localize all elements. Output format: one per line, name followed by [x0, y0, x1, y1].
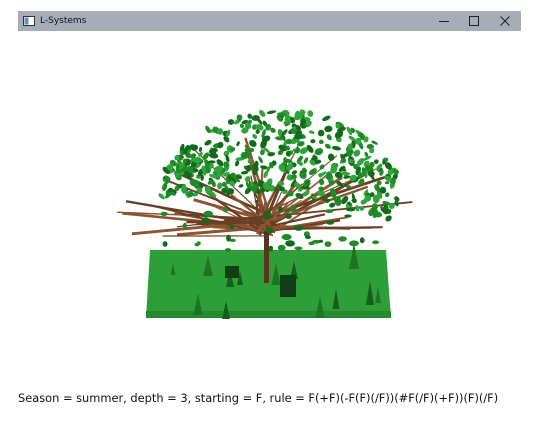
minimize-icon	[439, 21, 449, 22]
tree-leaf	[310, 139, 316, 144]
tree-leaf	[285, 240, 295, 247]
tree-leaf	[192, 157, 203, 164]
tree-leaf	[308, 241, 315, 246]
app-window-icon	[23, 16, 35, 26]
tree-trunk	[264, 231, 269, 283]
tree-leaf	[303, 157, 309, 164]
tree-leaf	[203, 210, 213, 217]
tree-leaf	[285, 213, 292, 219]
tree-leaf	[319, 164, 325, 170]
tree-leaf	[324, 241, 332, 248]
tree-leaf	[324, 125, 333, 133]
lsystem-status-text: Season = summer, depth = 3, starting = F…	[18, 391, 499, 405]
tree-leaf	[268, 245, 274, 252]
tree-leaf	[304, 235, 311, 239]
tree-leaf	[201, 217, 210, 224]
close-button[interactable]	[490, 11, 520, 31]
tree-leaf	[234, 160, 240, 167]
close-icon	[500, 16, 510, 26]
tree-leaf	[338, 236, 347, 242]
maximize-icon	[469, 16, 479, 26]
tree-leaf	[236, 141, 240, 147]
tree-leaf	[174, 172, 180, 179]
tree-leaf	[380, 207, 388, 212]
tree-leaf	[292, 205, 297, 211]
tree-leaf	[281, 234, 292, 241]
tree-leaf	[205, 125, 211, 134]
tree-leaf	[385, 215, 392, 222]
tree-leaf	[324, 143, 331, 149]
tree-leaf	[162, 241, 168, 247]
tree-leaf	[294, 246, 303, 251]
minimize-button[interactable]	[429, 11, 459, 31]
tree-leaf	[359, 237, 365, 244]
tree-leaf	[372, 240, 380, 245]
tree-leaf	[252, 133, 258, 139]
tree-leaf	[265, 227, 274, 233]
tree-leaf	[264, 210, 271, 215]
tree-leaf	[326, 220, 334, 225]
tree-leaf	[307, 110, 314, 117]
tree-leaf	[384, 181, 390, 185]
tree-leaf	[217, 141, 224, 149]
tree-leaf	[318, 239, 323, 243]
tree-leaf	[331, 145, 341, 151]
tree-leaf	[318, 139, 324, 145]
tree-leaf	[277, 244, 286, 251]
3d-tree-render	[117, 109, 413, 319]
tree-leaf	[229, 224, 235, 230]
tree-leaf	[226, 234, 231, 242]
maximize-button[interactable]	[459, 11, 489, 31]
tree-leaf	[317, 129, 325, 137]
tree-leaf	[204, 140, 212, 146]
ground-shade	[146, 311, 391, 318]
ground-block	[280, 275, 296, 297]
tree-leaf	[351, 198, 357, 204]
tree-leaf	[182, 222, 187, 229]
tree-leaf	[198, 151, 203, 157]
tree-leaf	[308, 130, 315, 135]
tree-leaf	[345, 207, 356, 212]
window-title: L-Systems	[40, 16, 87, 26]
tree-leaf	[327, 153, 335, 161]
tree-leaf	[349, 240, 359, 247]
tree-leaf	[322, 115, 331, 122]
tree-leaf	[226, 129, 231, 137]
tree-leaf	[357, 171, 363, 179]
tree-leaf	[262, 215, 272, 220]
tree-leaf	[326, 134, 332, 141]
tree-leaf	[308, 168, 317, 175]
tree-leaf	[278, 206, 283, 212]
tree-leaf	[344, 214, 352, 218]
tree-leaf	[194, 242, 200, 247]
tree-leaf	[223, 136, 230, 143]
tree-leaf	[291, 174, 297, 180]
ground-block	[225, 266, 239, 278]
tree-leaf	[324, 209, 334, 214]
tree-leaf	[198, 146, 203, 153]
app-window: L-Systems Season = summer, depth = 3, st…	[18, 11, 521, 422]
tree-leaf	[238, 184, 244, 188]
tree-leaf	[217, 182, 223, 190]
tree-leaf	[266, 110, 277, 115]
title-bar[interactable]: L-Systems	[18, 11, 521, 31]
tree-leaf	[294, 225, 304, 231]
tree-leaf	[158, 193, 165, 200]
tree-leaf	[355, 205, 360, 212]
tree-leaf	[223, 208, 229, 213]
tree-leaf	[160, 211, 168, 216]
tree-leaf	[382, 160, 386, 165]
tree-leaf	[224, 248, 232, 252]
tree-leaf	[353, 149, 361, 157]
tree-leaf	[227, 119, 235, 125]
